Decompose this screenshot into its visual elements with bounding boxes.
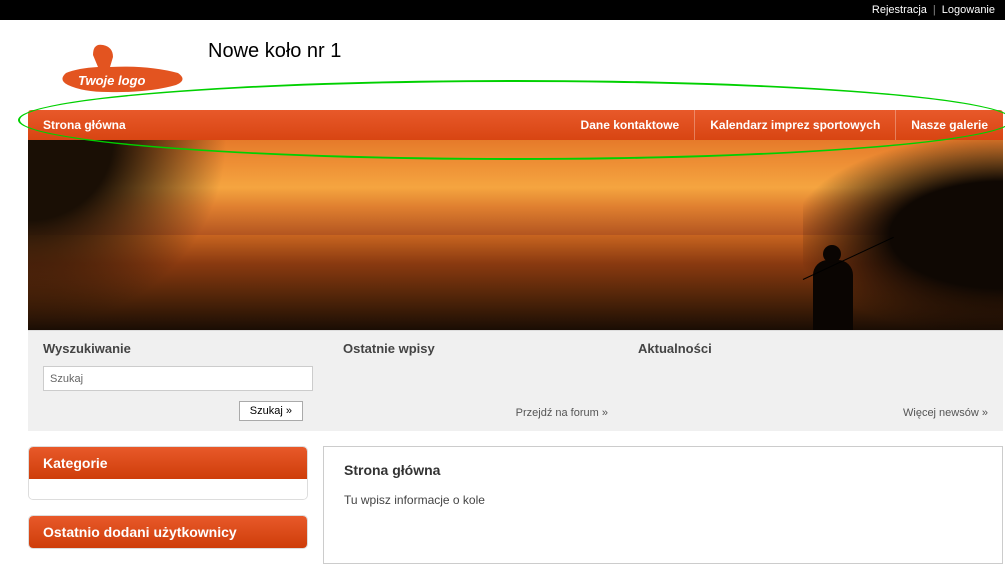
fish-logo-icon [58, 35, 188, 100]
recent-users-block: Ostatnio dodani użytkownicy [28, 515, 308, 549]
separator: | [933, 4, 936, 16]
info-columns: Wyszukiwanie Szukaj » Ostatnie wpisy Prz… [28, 330, 1003, 431]
recent-posts-title: Ostatnie wpisy [343, 341, 608, 356]
top-bar: Rejestracja | Logowanie [0, 0, 1005, 20]
header: Twoje logo Nowe koło nr 1 [28, 20, 1003, 110]
nav-calendar[interactable]: Kalendarz imprez sportowych [695, 110, 896, 140]
content-title: Strona główna [344, 462, 982, 478]
main-nav: Strona główna Dane kontaktowe Kalendarz … [28, 110, 1003, 140]
hero-banner [28, 140, 1003, 330]
sidebar: Kategorie Ostatnio dodani użytkownicy [28, 446, 308, 564]
main-content: Strona główna Tu wpisz informacje o kole [323, 446, 1003, 564]
categories-header: Kategorie [29, 447, 307, 479]
search-title: Wyszukiwanie [43, 341, 313, 356]
nav-gallery[interactable]: Nasze galerie [896, 110, 1003, 140]
logo-text: Twoje logo [78, 73, 145, 88]
forum-link[interactable]: Przejdź na forum [516, 407, 608, 419]
categories-block: Kategorie [28, 446, 308, 500]
recent-posts-column: Ostatnie wpisy Przejdź na forum [328, 331, 623, 431]
login-link[interactable]: Logowanie [942, 4, 995, 16]
search-column: Wyszukiwanie Szukaj » [28, 331, 328, 431]
nav-home[interactable]: Strona główna [28, 110, 141, 140]
recent-users-header: Ostatnio dodani użytkownicy [29, 516, 307, 548]
register-link[interactable]: Rejestracja [872, 4, 927, 16]
search-button[interactable]: Szukaj » [239, 401, 303, 421]
content-body: Tu wpisz informacje o kole [344, 493, 982, 507]
search-input[interactable] [43, 366, 313, 391]
news-title: Aktualności [638, 341, 988, 356]
news-column: Aktualności Więcej newsów [623, 331, 1003, 431]
nav-contact[interactable]: Dane kontaktowe [566, 110, 696, 140]
logo[interactable]: Twoje logo [58, 35, 188, 100]
more-news-link[interactable]: Więcej newsów [903, 407, 988, 419]
site-title: Nowe koło nr 1 [208, 35, 341, 63]
